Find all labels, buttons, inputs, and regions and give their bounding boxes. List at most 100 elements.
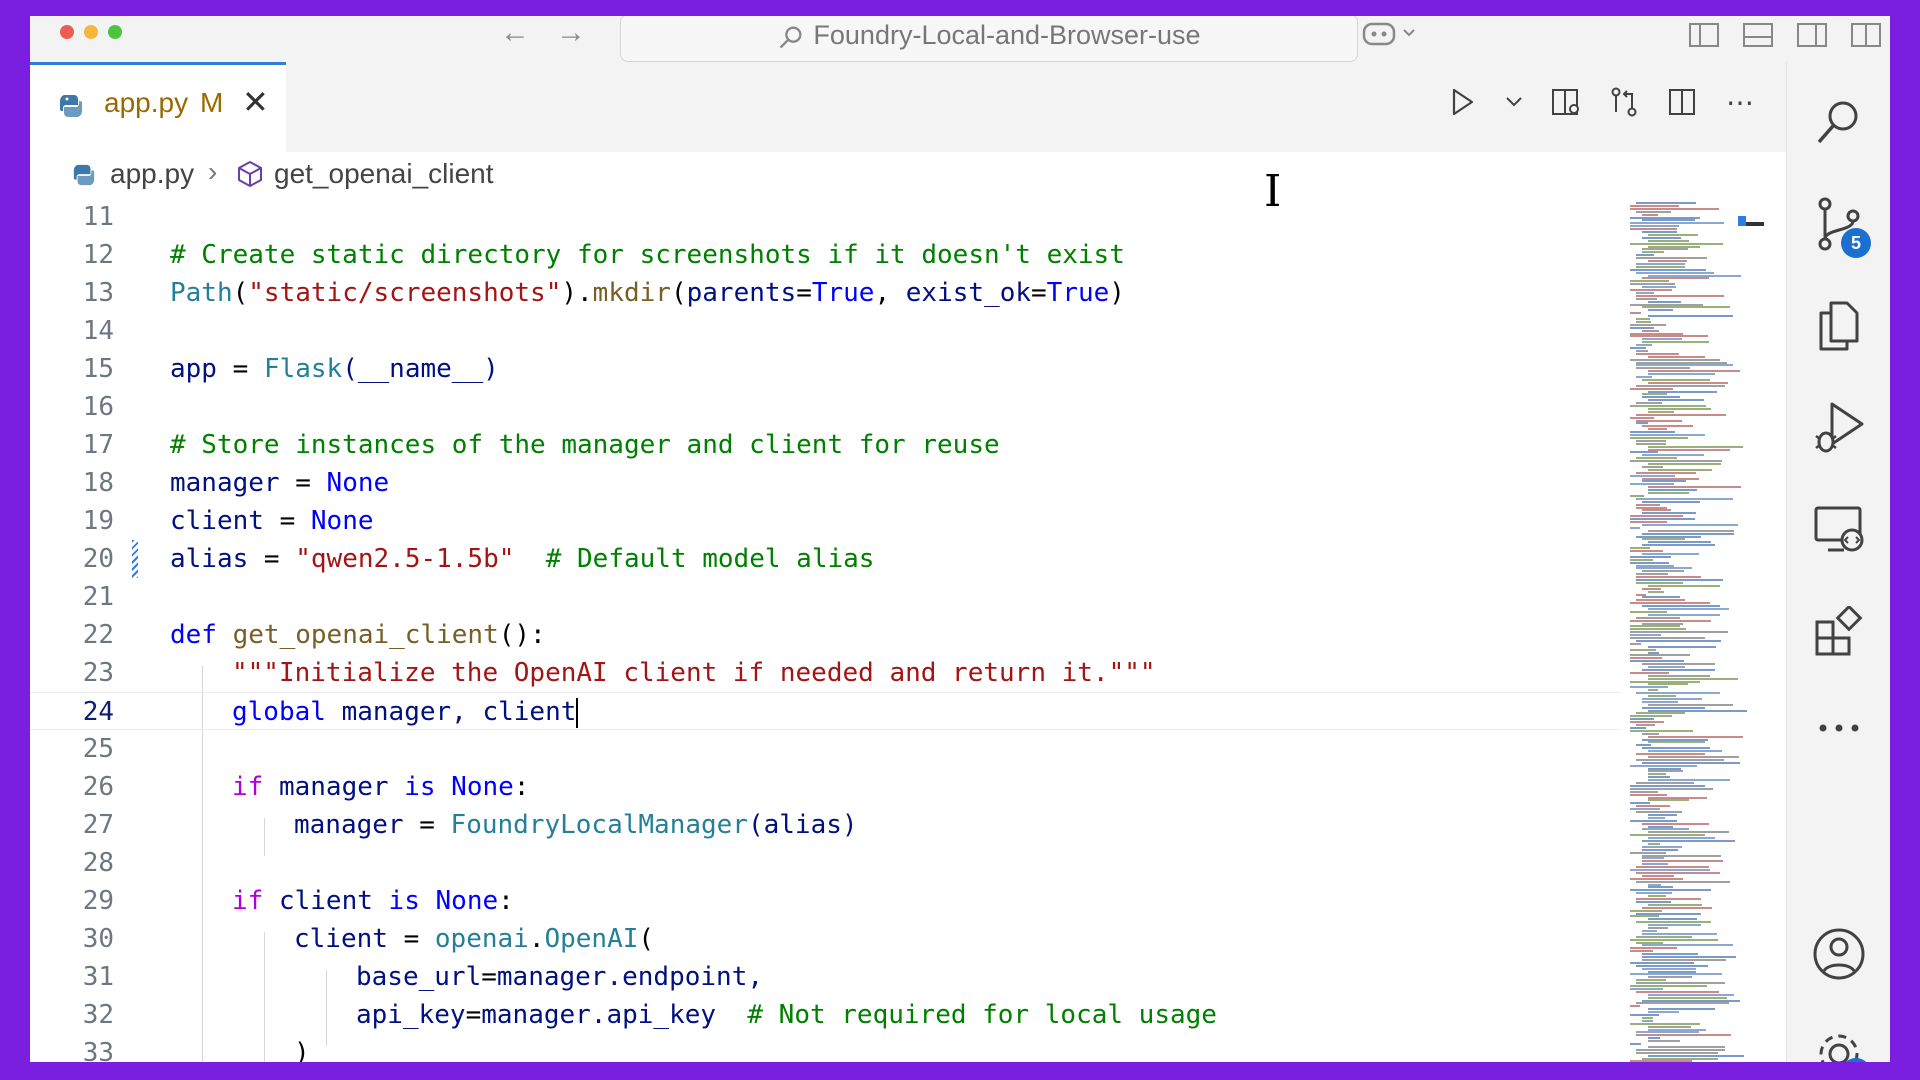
forward-arrow-icon[interactable]: → bbox=[556, 16, 586, 50]
remote-explorer-icon[interactable] bbox=[1809, 500, 1869, 560]
tab-app-py[interactable]: app.py M ✕ bbox=[30, 62, 286, 152]
code-editor[interactable]: 11 12 # Create static directory for scree… bbox=[30, 198, 1620, 1062]
line-number: 24 bbox=[82, 697, 114, 727]
code-keyword: is bbox=[388, 886, 420, 916]
minimap-line bbox=[1648, 976, 1692, 979]
accounts-icon[interactable] bbox=[1809, 924, 1869, 984]
minimap-line bbox=[1636, 344, 1652, 347]
code-line: 32 api_key=manager.api_key # Not required… bbox=[30, 996, 1620, 1034]
code-comment: # Create static directory for screenshot… bbox=[170, 240, 1125, 270]
minimap-line bbox=[1636, 503, 1660, 506]
minimap-line bbox=[1636, 402, 1662, 405]
close-tab-icon[interactable]: ✕ bbox=[242, 83, 269, 121]
minimap-line bbox=[1630, 729, 1693, 732]
split-editor-icon[interactable] bbox=[1666, 86, 1698, 118]
minimap-line bbox=[1642, 465, 1663, 468]
minimap-line bbox=[1630, 938, 1718, 941]
minimap-line bbox=[1648, 448, 1730, 451]
code-token: base_url bbox=[356, 962, 482, 992]
extensions-icon[interactable] bbox=[1809, 602, 1869, 662]
search-icon[interactable] bbox=[1809, 92, 1869, 152]
minimap-line bbox=[1630, 851, 1666, 854]
minimap-line bbox=[1636, 724, 1655, 726]
code-token: : bbox=[513, 772, 530, 802]
minimap-line bbox=[1630, 204, 1679, 207]
breadcrumb-symbol[interactable]: get_openai_client bbox=[274, 158, 494, 190]
copilot-icon[interactable] bbox=[1360, 20, 1420, 53]
line-number: 33 bbox=[82, 1038, 114, 1062]
open-changes-icon[interactable] bbox=[1608, 86, 1640, 118]
toggle-panel-icon[interactable] bbox=[1742, 22, 1774, 53]
code-token: = bbox=[1031, 278, 1047, 308]
code-keyword: None bbox=[326, 468, 390, 498]
minimap-line bbox=[1648, 741, 1705, 744]
code-token: openai bbox=[434, 924, 529, 954]
minimap-line bbox=[1642, 854, 1721, 857]
breadcrumb-chevron-icon: › bbox=[208, 156, 218, 187]
code-line: 12 # Create static directory for screensh… bbox=[30, 236, 1620, 274]
minimap-line bbox=[1648, 407, 1711, 410]
line-number: 19 bbox=[82, 506, 114, 536]
toggle-sidebar-icon[interactable] bbox=[1688, 22, 1720, 53]
minimap-line bbox=[1636, 457, 1677, 460]
minimap[interactable] bbox=[1626, 198, 1766, 1062]
minimap-line bbox=[1642, 958, 1726, 961]
minimap-line bbox=[1630, 561, 1669, 564]
minimize-window-button[interactable] bbox=[84, 25, 98, 39]
code-token: = bbox=[481, 962, 497, 992]
minimap-line bbox=[1630, 225, 1679, 228]
back-arrow-icon[interactable]: ← bbox=[500, 16, 530, 50]
minimap-line bbox=[1648, 1045, 1725, 1048]
minimap-line bbox=[1642, 706, 1705, 709]
toggle-secondary-sidebar-icon[interactable] bbox=[1796, 22, 1828, 53]
minimap-line bbox=[1648, 233, 1698, 236]
close-window-button[interactable] bbox=[60, 25, 74, 39]
code-docstring: """Initialize the OpenAI client if neede… bbox=[232, 658, 1156, 688]
minimap-line bbox=[1630, 790, 1658, 793]
minimap-line bbox=[1636, 782, 1694, 784]
code-token: (alias) bbox=[747, 810, 858, 840]
code-token: parents bbox=[686, 278, 797, 308]
method-symbol-icon bbox=[236, 160, 264, 195]
minimap-line bbox=[1648, 886, 1673, 889]
customize-layout-icon[interactable] bbox=[1850, 22, 1882, 53]
minimap-line bbox=[1648, 927, 1668, 929]
search-icon bbox=[780, 26, 802, 49]
minimap-line bbox=[1630, 680, 1700, 683]
more-views-icon[interactable] bbox=[1809, 698, 1869, 758]
code-line: 21 bbox=[30, 578, 1620, 616]
minimap-line bbox=[1642, 874, 1674, 877]
minimap-line bbox=[1636, 471, 1696, 474]
minimap-line bbox=[1642, 848, 1678, 851]
command-center-search[interactable]: Foundry-Local-and-Browser-use bbox=[620, 16, 1358, 62]
minimap-line bbox=[1630, 521, 1667, 523]
minimap-line bbox=[1642, 668, 1715, 671]
source-control-icon[interactable]: 5 bbox=[1809, 194, 1871, 258]
run-python-file-icon[interactable] bbox=[1446, 86, 1478, 118]
minimap-line bbox=[1630, 819, 1677, 822]
explorer-files-icon[interactable] bbox=[1809, 296, 1869, 356]
minimap-line bbox=[1630, 222, 1724, 225]
minimap-line bbox=[1648, 274, 1741, 277]
breadcrumb-file[interactable]: app.py bbox=[110, 158, 194, 190]
maximize-window-button[interactable] bbox=[108, 25, 122, 39]
minimap-line bbox=[1642, 1019, 1653, 1022]
code-token: ). bbox=[561, 278, 593, 308]
minimap-line bbox=[1636, 805, 1670, 808]
open-preview-icon[interactable] bbox=[1550, 86, 1582, 118]
code-token: get_openai_client bbox=[216, 620, 499, 650]
minimap-line bbox=[1642, 500, 1700, 503]
code-token: manager, client bbox=[325, 697, 577, 727]
more-actions-icon[interactable]: ⋯ bbox=[1724, 86, 1756, 118]
minimap-line bbox=[1648, 703, 1733, 706]
line-number: 31 bbox=[82, 962, 114, 992]
run-options-chevron-icon[interactable] bbox=[1504, 86, 1524, 118]
run-and-debug-icon[interactable] bbox=[1809, 398, 1869, 458]
minimap-line bbox=[1642, 477, 1699, 480]
minimap-line bbox=[1636, 579, 1723, 581]
code-line: 26 if manager is None: bbox=[30, 768, 1620, 806]
settings-gear-icon[interactable]: 1 bbox=[1809, 1024, 1871, 1062]
minimap-line bbox=[1630, 326, 1654, 329]
minimap-line bbox=[1630, 1060, 1692, 1062]
minimap-slider[interactable] bbox=[1738, 216, 1764, 226]
